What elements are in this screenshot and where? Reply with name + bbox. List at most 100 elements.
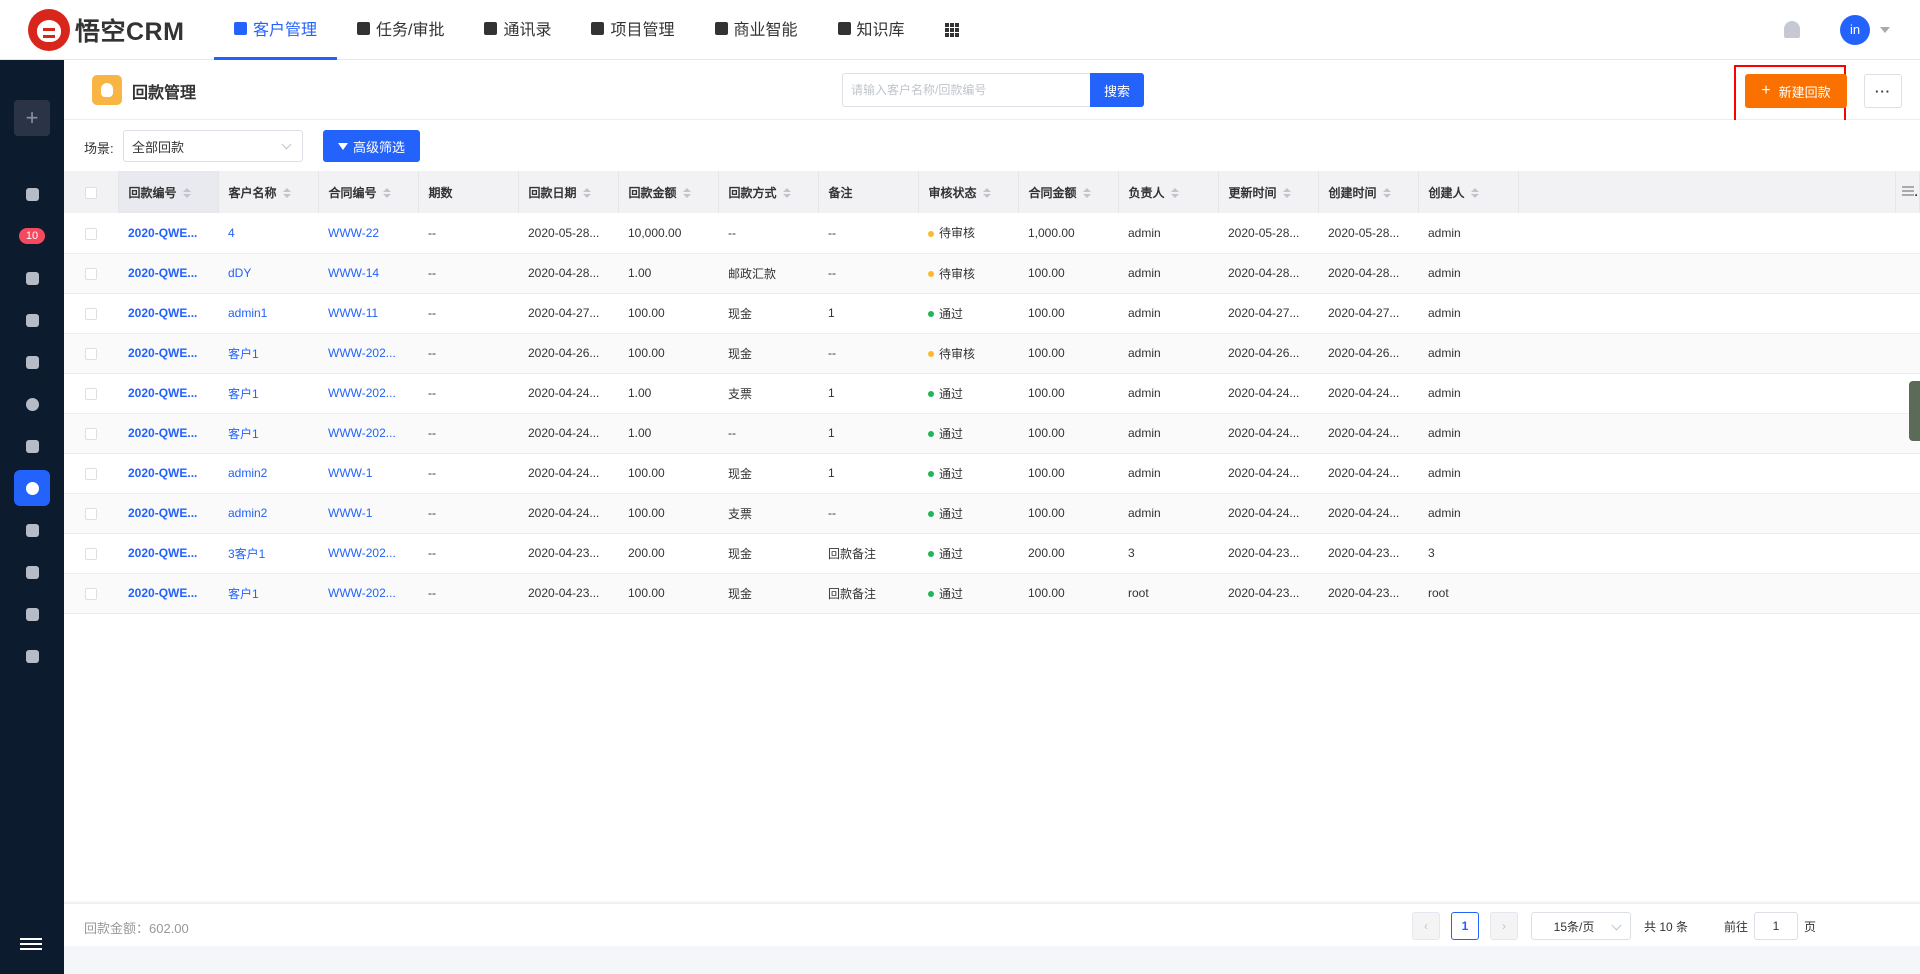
table-row[interactable]: 2020-QWE... 4 WWW-22 -- 2020-05-28... 10,000.… xyxy=(64,213,1920,254)
nav-item-2[interactable]: 通讯录 xyxy=(464,0,571,60)
column-header[interactable]: 回款金额 xyxy=(618,171,719,213)
column-settings-icon[interactable] xyxy=(1902,186,1914,196)
table-cell[interactable]: WWW-22 xyxy=(318,213,418,254)
sort-icon[interactable] xyxy=(982,188,991,199)
nav-item-5[interactable]: 知识库 xyxy=(818,0,925,60)
sort-icon[interactable] xyxy=(182,188,191,199)
row-select-cell[interactable] xyxy=(64,333,118,374)
table-cell[interactable]: WWW-202... xyxy=(318,333,418,374)
table-row[interactable]: 2020-QWE... admin1 WWW-11 -- 2020-04-27... 10… xyxy=(64,293,1920,334)
row-select-cell[interactable] xyxy=(64,213,118,254)
sidebar-item-business[interactable] xyxy=(0,383,64,425)
row-checkbox[interactable] xyxy=(85,467,97,480)
goto-page-input[interactable]: 1 xyxy=(1754,912,1798,940)
sort-icon[interactable] xyxy=(582,188,591,199)
table-row[interactable]: 2020-QWE... admin2 WWW-1 -- 2020-04-24... 100… xyxy=(64,493,1920,534)
table-cell[interactable]: 2020-QWE... xyxy=(118,293,218,334)
table-row[interactable]: 2020-QWE... dDY WWW-14 -- 2020-04-28... 1.00 邮… xyxy=(64,253,1920,294)
table-row[interactable]: 2020-QWE... 客户1 WWW-202... -- 2020-04-26... 1… xyxy=(64,333,1920,374)
table-cell[interactable]: 2020-QWE... xyxy=(118,333,218,374)
column-header[interactable]: 审核状态 xyxy=(918,171,1019,213)
sidebar-item-contacts[interactable] xyxy=(0,341,64,383)
nav-item-1[interactable]: 任务/审批 xyxy=(337,0,464,60)
sort-icon[interactable] xyxy=(782,188,791,199)
column-header[interactable]: 创建人 xyxy=(1418,171,1519,213)
nav-item-0[interactable]: 客户管理 xyxy=(214,0,338,60)
sort-icon[interactable] xyxy=(1170,188,1179,199)
column-header[interactable]: 更新时间 xyxy=(1218,171,1319,213)
page-size-select[interactable]: 15条/页 xyxy=(1531,912,1631,940)
sort-icon[interactable] xyxy=(382,188,391,199)
table-cell[interactable]: 2020-QWE... xyxy=(118,493,218,534)
table-cell[interactable]: 客户1 xyxy=(218,573,318,614)
row-select-cell[interactable] xyxy=(64,293,118,334)
row-select-cell[interactable] xyxy=(64,253,118,294)
select-all-cell[interactable] xyxy=(64,171,119,213)
search-input[interactable] xyxy=(842,73,1092,107)
table-cell[interactable]: 客户1 xyxy=(218,413,318,454)
table-cell[interactable]: admin1 xyxy=(218,293,318,334)
row-select-cell[interactable] xyxy=(64,573,118,614)
sidebar-item-receivables[interactable] xyxy=(0,467,64,509)
sort-icon[interactable] xyxy=(682,188,691,199)
table-cell[interactable]: 4 xyxy=(218,213,318,254)
select-all-checkbox[interactable] xyxy=(84,186,97,199)
row-checkbox[interactable] xyxy=(85,387,97,400)
column-header[interactable]: 回款日期 xyxy=(518,171,619,213)
table-row[interactable]: 2020-QWE... 客户1 WWW-202... -- 2020-04-23... 1… xyxy=(64,573,1920,614)
table-cell[interactable]: admin2 xyxy=(218,493,318,534)
sidebar-item-home[interactable] xyxy=(0,551,64,593)
next-page-button[interactable]: › xyxy=(1490,912,1518,940)
quick-add-button[interactable]: + xyxy=(14,100,50,136)
column-header[interactable]: 期数 xyxy=(418,171,519,213)
table-cell[interactable]: 2020-QWE... xyxy=(118,373,218,414)
row-checkbox[interactable] xyxy=(85,267,97,280)
table-cell[interactable]: WWW-202... xyxy=(318,373,418,414)
nav-item-4[interactable]: 商业智能 xyxy=(695,0,818,60)
user-menu-caret-icon[interactable] xyxy=(1880,26,1890,33)
sort-icon[interactable] xyxy=(282,188,291,199)
table-cell[interactable]: admin2 xyxy=(218,453,318,494)
table-cell[interactable]: 2020-QWE... xyxy=(118,213,218,254)
sidebar-item-visit[interactable] xyxy=(0,635,64,677)
table-cell[interactable]: 2020-QWE... xyxy=(118,453,218,494)
table-cell[interactable]: WWW-202... xyxy=(318,533,418,574)
scene-select[interactable]: 全部回款 xyxy=(123,130,303,162)
table-cell[interactable]: WWW-1 xyxy=(318,453,418,494)
row-select-cell[interactable] xyxy=(64,373,118,414)
prev-page-button[interactable]: ‹ xyxy=(1412,912,1440,940)
sidebar-item-product[interactable] xyxy=(0,593,64,635)
row-select-cell[interactable] xyxy=(64,533,118,574)
sidebar-item-customer[interactable] xyxy=(0,299,64,341)
bell-icon[interactable] xyxy=(1784,21,1800,38)
current-page[interactable]: 1 xyxy=(1451,912,1479,940)
column-header[interactable]: 备注 xyxy=(818,171,919,213)
column-header[interactable]: 回款方式 xyxy=(718,171,819,213)
table-cell[interactable]: WWW-11 xyxy=(318,293,418,334)
table-cell[interactable]: WWW-1 xyxy=(318,493,418,534)
new-receivable-button[interactable]: + 新建回款 xyxy=(1745,74,1847,108)
table-row[interactable]: 2020-QWE... 客户1 WWW-202... -- 2020-04-24... 1… xyxy=(64,413,1920,454)
table-cell[interactable]: WWW-202... xyxy=(318,573,418,614)
column-header[interactable]: 创建时间 xyxy=(1318,171,1419,213)
sort-icon[interactable] xyxy=(1282,188,1291,199)
table-cell[interactable]: 2020-QWE... xyxy=(118,533,218,574)
row-checkbox[interactable] xyxy=(85,307,97,320)
sort-icon[interactable] xyxy=(1470,188,1479,199)
row-checkbox[interactable] xyxy=(85,547,97,560)
table-cell[interactable]: dDY xyxy=(218,253,318,294)
apps-grid-icon[interactable] xyxy=(944,22,959,37)
table-row[interactable]: 2020-QWE... 3客户1 WWW-202... -- 2020-04-23...… xyxy=(64,533,1920,574)
avatar[interactable]: in xyxy=(1840,14,1870,45)
table-cell[interactable]: 2020-QWE... xyxy=(118,413,218,454)
column-header[interactable]: 回款编号 xyxy=(118,171,219,213)
row-select-cell[interactable] xyxy=(64,453,118,494)
table-cell[interactable]: 3客户1 xyxy=(218,533,318,574)
sidebar-item-dashboard[interactable] xyxy=(0,173,64,215)
sort-icon[interactable] xyxy=(1382,188,1391,199)
search-button[interactable]: 搜索 xyxy=(1090,73,1144,107)
nav-item-3[interactable]: 项目管理 xyxy=(571,0,694,60)
table-row[interactable]: 2020-QWE... admin2 WWW-1 -- 2020-04-24... 100… xyxy=(64,453,1920,494)
column-settings-cell[interactable] xyxy=(1895,171,1920,213)
table-cell[interactable]: 客户1 xyxy=(218,373,318,414)
